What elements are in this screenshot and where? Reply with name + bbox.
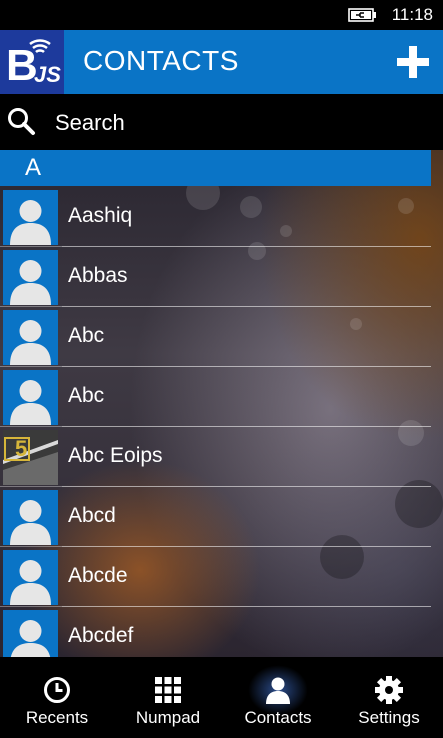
contact-row[interactable]: Abc xyxy=(0,307,431,367)
contact-row[interactable]: Abcde xyxy=(0,547,431,607)
photo-avatar: 5 xyxy=(3,430,58,485)
status-bar: 11:18 xyxy=(0,0,443,30)
gear-icon xyxy=(375,676,403,704)
contact-row[interactable]: Abcdef xyxy=(0,607,431,657)
group-header-a[interactable]: A xyxy=(0,150,431,186)
nav-recents[interactable]: Recents xyxy=(2,657,112,738)
contact-row[interactable]: 5 Abc Eoips xyxy=(0,427,431,487)
bottom-nav: Recents Numpad Contacts Settings xyxy=(0,657,443,738)
svg-text:B: B xyxy=(6,41,38,90)
default-person-icon xyxy=(3,250,58,305)
svg-text:JS: JS xyxy=(34,62,61,87)
contact-name: Abbas xyxy=(68,264,128,287)
nav-label: Contacts xyxy=(244,708,312,727)
nav-label: Numpad xyxy=(135,708,201,727)
contact-name: Abc xyxy=(68,384,105,407)
page-title: CONTACTS xyxy=(83,45,239,76)
plus-icon xyxy=(397,46,429,78)
default-person-icon xyxy=(3,310,58,365)
contact-row[interactable]: Abc xyxy=(0,367,431,427)
clock-icon xyxy=(44,677,70,703)
contact-list[interactable]: A Aashiq Abbas Abc Abc 5 Abc Eoips Abcd … xyxy=(0,150,443,657)
contact-name: Aashiq xyxy=(68,204,133,227)
contact-name: Abcde xyxy=(68,564,128,587)
search-input[interactable] xyxy=(55,108,425,138)
person-icon xyxy=(266,677,290,704)
contact-name: Abcd xyxy=(68,504,116,527)
contact-name: Abcdef xyxy=(68,624,134,647)
status-time: 11:18 xyxy=(391,5,433,24)
default-person-icon xyxy=(3,550,58,605)
app-logo-icon: B JS xyxy=(0,30,64,94)
add-contact-button[interactable] xyxy=(393,42,433,82)
nav-label: Recents xyxy=(25,708,89,727)
search-icon xyxy=(8,108,35,135)
group-letter: A xyxy=(25,154,42,181)
default-person-icon xyxy=(3,490,58,545)
nav-contacts[interactable]: Contacts xyxy=(223,657,333,738)
svg-text:5: 5 xyxy=(15,436,27,461)
nav-settings[interactable]: Settings xyxy=(334,657,443,738)
contact-name: Abc Eoips xyxy=(68,444,163,467)
grid-icon xyxy=(155,677,181,703)
contact-row[interactable]: Abcd xyxy=(0,487,431,547)
contact-row[interactable]: Abbas xyxy=(0,247,431,307)
search-bar[interactable] xyxy=(0,94,443,150)
contact-name: Abc xyxy=(68,324,105,347)
default-person-icon xyxy=(3,190,58,245)
nav-numpad[interactable]: Numpad xyxy=(113,657,223,738)
contact-row[interactable]: Aashiq xyxy=(0,187,431,247)
battery-charging-icon xyxy=(348,8,376,22)
app-header: B JS CONTACTS xyxy=(0,30,443,94)
default-person-icon xyxy=(3,370,58,425)
default-person-icon xyxy=(3,610,58,657)
nav-label: Settings xyxy=(358,708,420,727)
